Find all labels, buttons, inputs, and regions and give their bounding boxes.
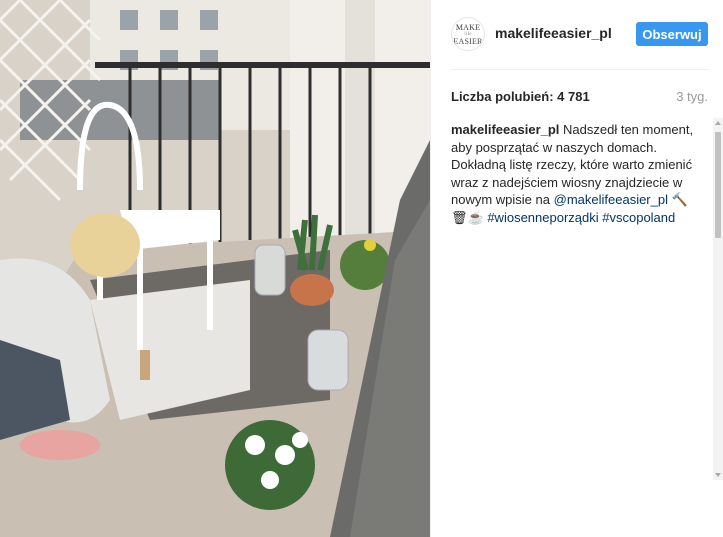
caption-author-link[interactable]: makelifeeasier_pl	[451, 122, 559, 137]
scroll-thumb[interactable]	[715, 132, 721, 238]
post-header: MAKE life EASIER makelifeeasier_pl Obser…	[431, 0, 723, 70]
avatar-text-top: MAKE	[455, 22, 481, 32]
hashtag-link[interactable]: #vscopoland	[602, 210, 675, 225]
username-link[interactable]: makelifeeasier_pl	[495, 25, 612, 41]
scroll-up-arrow-icon[interactable]	[715, 121, 721, 125]
hashtag-link[interactable]: #wiosenneporządki	[487, 210, 598, 225]
header-divider	[451, 69, 709, 70]
post-time[interactable]: 3 tyg.	[676, 89, 708, 104]
post-side-panel: MAKE life EASIER makelifeeasier_pl Obser…	[430, 0, 723, 537]
photo-illustration	[0, 0, 430, 537]
likes-count[interactable]: Liczba polubień: 4 781	[451, 89, 590, 104]
follow-button[interactable]: Obserwuj	[636, 22, 708, 46]
caption-mention-link[interactable]: @makelifeeasier_pl	[554, 192, 668, 207]
avatar[interactable]: MAKE life EASIER	[451, 17, 485, 51]
scroll-down-arrow-icon[interactable]	[715, 473, 721, 477]
post-caption: makelifeeasier_pl Nadszedł ten moment, a…	[451, 121, 701, 226]
avatar-text-bottom: EASIER	[453, 36, 483, 46]
post-photo[interactable]	[0, 0, 430, 537]
caption-scrollbar[interactable]	[713, 118, 723, 480]
